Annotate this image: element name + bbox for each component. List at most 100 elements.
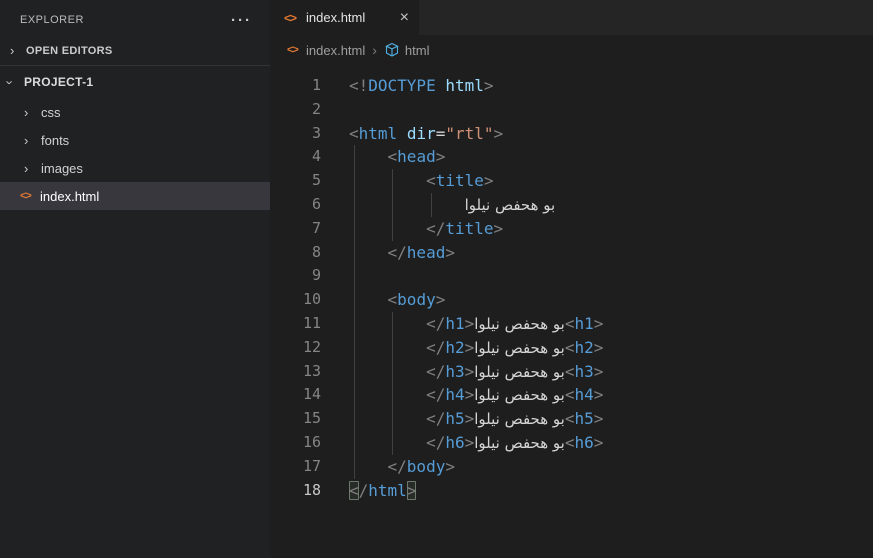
code-line[interactable]: 5 <title>	[270, 169, 873, 193]
sidebar-item-images[interactable]: ›images	[0, 154, 270, 182]
code-line-content: <title>	[349, 169, 494, 193]
code-line-content: </h2>اولین صفحه وب<h2>	[349, 336, 603, 360]
explorer-sidebar: EXPLORER ··· › OPEN EDITORS › PROJECT-1 …	[0, 0, 270, 558]
line-number: 15	[270, 407, 321, 431]
code-line[interactable]: 7 </title>	[270, 217, 873, 241]
line-number: 5	[270, 169, 321, 193]
code-line[interactable]: 4 <head>	[270, 145, 873, 169]
line-number: 17	[270, 455, 321, 479]
chevron-right-icon: ›	[10, 43, 24, 58]
persian-text: اولین صفحه وب	[474, 315, 565, 333]
code-line-content: </h5>اولین صفحه وب<h5>	[349, 407, 603, 431]
code-line[interactable]: 1 <!DOCTYPE html>	[270, 74, 873, 98]
open-editors-section[interactable]: › OPEN EDITORS	[0, 38, 270, 63]
more-actions-icon[interactable]: ···	[231, 12, 252, 29]
line-number: 10	[270, 288, 321, 312]
sidebar-item-index-html[interactable]: <>index.html	[0, 182, 270, 210]
tree-item-label: fonts	[41, 133, 69, 148]
line-number: 3	[270, 122, 321, 146]
chevron-right-icon: ›	[24, 133, 41, 148]
line-number: 1	[270, 74, 321, 98]
code-line-content: اولین صفحه وب	[349, 193, 555, 217]
code-line-content: </h6>اولین صفحه وب<h6>	[349, 431, 603, 455]
code-line[interactable]: 13 </h3>اولین صفحه وب<h3>	[270, 360, 873, 384]
code-line-content: <head>	[349, 145, 445, 169]
breadcrumb: <> index.html › html	[270, 35, 873, 65]
line-number: 18	[270, 479, 321, 503]
code-line[interactable]: 18 </html>	[270, 479, 873, 503]
sidebar-item-css[interactable]: ›css	[0, 98, 270, 126]
line-number: 16	[270, 431, 321, 455]
symbol-cube-icon	[384, 42, 400, 58]
persian-text: اولین صفحه وب	[474, 363, 565, 381]
line-number: 2	[270, 98, 321, 122]
html-file-icon: <>	[287, 44, 306, 56]
file-tree: ›css›fonts›images<>index.html	[0, 98, 270, 210]
code-line[interactable]: 12 </h2>اولین صفحه وب<h2>	[270, 336, 873, 360]
breadcrumb-item-file[interactable]: index.html	[306, 43, 365, 58]
code-line-content: </body>	[349, 455, 455, 479]
sidebar-header: EXPLORER ···	[0, 0, 270, 38]
code-line[interactable]: 9	[270, 264, 873, 288]
chevron-down-icon: ›	[8, 75, 22, 90]
line-number: 11	[270, 312, 321, 336]
indent-guide	[392, 312, 393, 455]
html-file-icon: <>	[20, 190, 40, 202]
persian-text: اولین صفحه وب	[474, 339, 565, 357]
sidebar-item-fonts[interactable]: ›fonts	[0, 126, 270, 154]
indent-guide	[392, 169, 393, 240]
code-line[interactable]: 15 </h5>اولین صفحه وب<h5>	[270, 407, 873, 431]
code-line-content: </h4>اولین صفحه وب<h4>	[349, 383, 603, 407]
line-number: 12	[270, 336, 321, 360]
persian-text: اولین صفحه وب	[465, 196, 556, 214]
code-line[interactable]: 10 <body>	[270, 288, 873, 312]
code-line-content: <html dir="rtl">	[349, 122, 503, 146]
editor-group: <> index.html × <> index.html › html 1 <!…	[270, 0, 873, 558]
persian-text: اولین صفحه وب	[474, 386, 565, 404]
tree-item-label: css	[41, 105, 61, 120]
code-line[interactable]: 6 اولین صفحه وب	[270, 193, 873, 217]
explorer-title: EXPLORER	[20, 14, 84, 26]
code-line-content: </title>	[349, 217, 503, 241]
line-number: 7	[270, 217, 321, 241]
line-number: 13	[270, 360, 321, 384]
tree-item-label: images	[41, 161, 83, 176]
vscode-window: EXPLORER ··· › OPEN EDITORS › PROJECT-1 …	[0, 0, 873, 558]
tab-bar: <> index.html ×	[270, 0, 873, 35]
tree-item-label: index.html	[40, 189, 99, 204]
code-line[interactable]: 16 </h6>اولین صفحه وب<h6>	[270, 431, 873, 455]
line-number: 6	[270, 193, 321, 217]
code-line[interactable]: 8 </head>	[270, 241, 873, 265]
project-section[interactable]: › PROJECT-1	[0, 66, 270, 98]
line-number: 4	[270, 145, 321, 169]
code-line-content: </h3>اولین صفحه وب<h3>	[349, 360, 603, 384]
code-line-content: </h1>اولین صفحه وب<h1>	[349, 312, 603, 336]
code-line[interactable]: 11 </h1>اولین صفحه وب<h1>	[270, 312, 873, 336]
persian-text: اولین صفحه وب	[474, 410, 565, 428]
html-file-icon: <>	[284, 11, 306, 25]
indent-guide	[431, 193, 432, 217]
code-line-content: </head>	[349, 241, 455, 265]
code-line-content: <body>	[349, 288, 445, 312]
code-line[interactable]: 14 </h4>اولین صفحه وب<h4>	[270, 383, 873, 407]
code-line[interactable]: 2	[270, 98, 873, 122]
breadcrumb-item-symbol[interactable]: html	[405, 43, 430, 58]
tab-label: index.html	[306, 10, 365, 25]
code-line[interactable]: 3 <html dir="rtl">	[270, 122, 873, 146]
line-number: 9	[270, 264, 321, 288]
chevron-separator-icon: ›	[372, 42, 377, 58]
close-icon[interactable]: ×	[400, 10, 409, 26]
indent-guide	[354, 145, 355, 478]
chevron-right-icon: ›	[24, 161, 41, 176]
code-editor[interactable]: 1<!DOCTYPE html>23<html dir="rtl">4 <hea…	[270, 65, 873, 502]
code-line-content: <!DOCTYPE html>	[349, 74, 494, 98]
persian-text: اولین صفحه وب	[474, 434, 565, 452]
code-line-content: </html>	[349, 479, 416, 503]
chevron-right-icon: ›	[24, 105, 41, 120]
open-editors-label: OPEN EDITORS	[26, 45, 113, 57]
line-number: 14	[270, 383, 321, 407]
code-line[interactable]: 17 </body>	[270, 455, 873, 479]
line-number: 8	[270, 241, 321, 265]
project-label: PROJECT-1	[24, 75, 93, 89]
tab-index-html[interactable]: <> index.html ×	[270, 0, 419, 35]
